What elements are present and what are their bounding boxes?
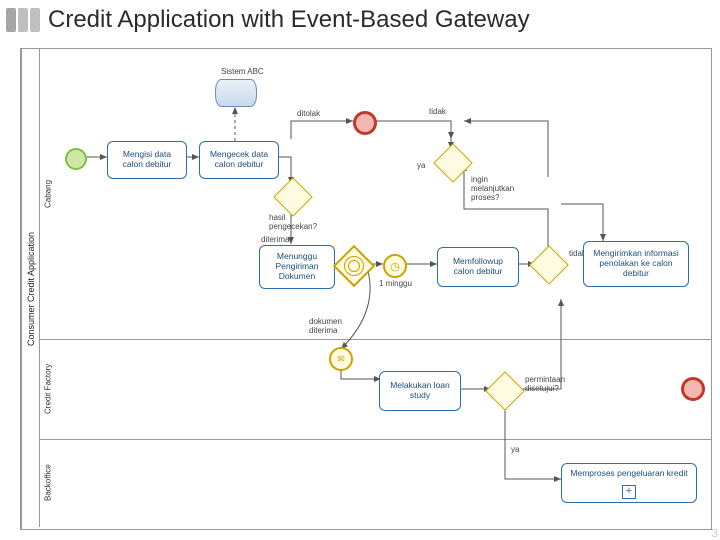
label-hasil: hasil pengecekan? <box>269 213 317 231</box>
label-ya-2: ya <box>511 445 519 454</box>
timer-event <box>383 254 407 278</box>
label-setuju: permintaan disetujui? <box>525 375 565 393</box>
label-dok-diterima: dokumen diterima <box>309 317 342 335</box>
end-event-lane2 <box>681 377 705 401</box>
page-title: Credit Application with Event-Based Gate… <box>48 6 530 34</box>
datastore-label: Sistem ABC <box>221 67 264 76</box>
lane-label-cabang: Cabang <box>39 49 56 339</box>
subprocess-memproses: Memproses pengeluaran kredit + <box>561 463 697 503</box>
lane-label-backoffice: Backoffice <box>39 439 56 527</box>
title-decorative-bars <box>6 8 40 32</box>
label-ya-1: ya <box>417 161 425 170</box>
start-event <box>65 148 87 170</box>
lane-label-credit-factory: Credit Factory <box>39 339 56 439</box>
task-memfollowup: Memfollowup calon debitur <box>437 247 519 287</box>
bpmn-diagram: Consumer Credit Application Cabang Credi… <box>20 48 712 530</box>
label-ditolak: ditolak <box>297 109 320 118</box>
slide-number-faded: 3 <box>711 526 718 540</box>
expand-marker-icon: + <box>622 485 636 499</box>
label-tidak-top: tidak <box>429 107 446 116</box>
task-mengisi: Mengisi data calon debitur <box>107 141 187 179</box>
pool-label: Consumer Credit Application <box>21 49 40 529</box>
task-menunggu: Menunggu Pengiriman Dokumen <box>259 245 335 289</box>
message-event <box>329 347 353 371</box>
slide-title-bar: Credit Application with Event-Based Gate… <box>0 0 720 40</box>
label-diterima: diterima <box>261 235 289 244</box>
label-1minggu: 1 minggu <box>379 279 412 288</box>
task-mengecek: Mengecek data calon debitur <box>199 141 279 179</box>
end-event-reject <box>353 111 377 135</box>
task-mengirimkan: Mengirimkan informasi penolakan ke calon… <box>583 241 689 287</box>
task-loan-study: Melakukan loan study <box>379 371 461 411</box>
lane-credit-factory: Credit Factory <box>39 339 711 440</box>
datastore-sistem-abc <box>215 79 257 107</box>
label-lanjut: ingin melanjutkan proses? <box>471 175 514 202</box>
lane-cabang: Cabang <box>39 49 711 340</box>
subprocess-label: Memproses pengeluaran kredit <box>570 468 687 478</box>
